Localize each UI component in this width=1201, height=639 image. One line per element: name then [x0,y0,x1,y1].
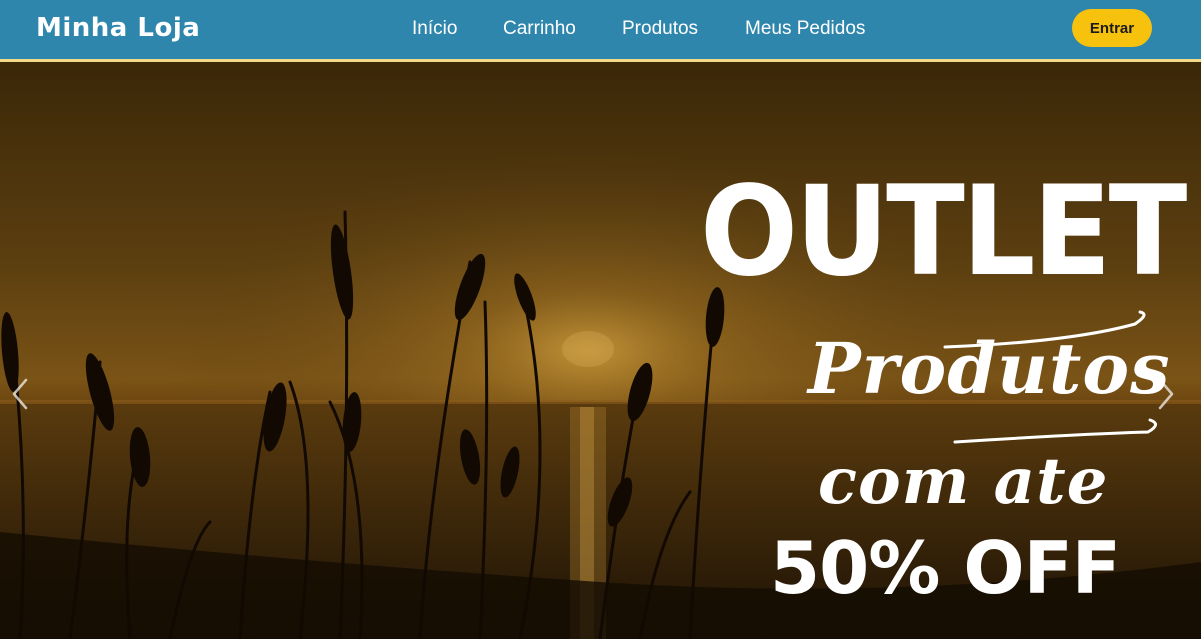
banner-line-1: Produtos [808,327,1171,410]
nav-link-meus-pedidos[interactable]: Meus Pedidos [745,18,865,40]
carousel-next-button[interactable] [1152,374,1180,414]
brand-logo[interactable]: Minha Loja [36,13,200,43]
hero-carousel: OUTLET Produtos com ate 50% OFF [0,62,1201,639]
nav-link-carrinho[interactable]: Carrinho [503,18,576,40]
banner-line-2: com ate [818,444,1109,519]
login-button[interactable]: Entrar [1072,9,1152,47]
chevron-left-icon [12,378,28,410]
navbar: Minha Loja Início Carrinho Produtos Meus… [0,0,1201,62]
nav-link-inicio[interactable]: Início [412,18,457,40]
carousel-prev-button[interactable] [6,374,34,414]
banner-headline: OUTLET [700,160,1187,304]
nav-link-produtos[interactable]: Produtos [622,18,698,40]
banner-offer: 50% OFF [770,526,1121,610]
chevron-right-icon [1158,378,1174,410]
